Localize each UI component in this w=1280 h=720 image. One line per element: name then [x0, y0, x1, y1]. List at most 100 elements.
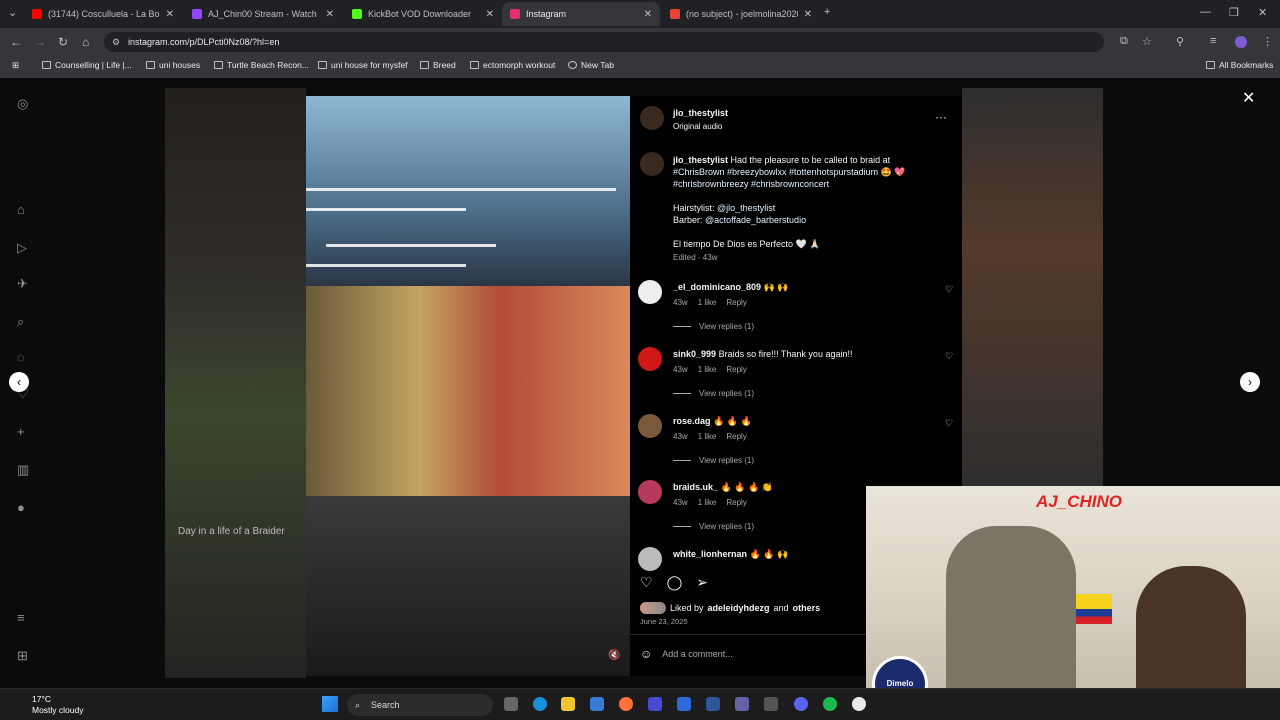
all-bookmarks-folder[interactable]: All Bookmarks	[1206, 60, 1273, 70]
app-icon[interactable]	[764, 697, 778, 711]
hairstylist-mention[interactable]: @jlo_thestylist	[717, 203, 775, 213]
profile-avatar[interactable]	[1235, 36, 1247, 48]
close-tab-icon[interactable]: ✕	[486, 9, 494, 20]
apps-icon[interactable]: ⊞	[12, 60, 19, 71]
comment-icon[interactable]: ◯	[667, 574, 683, 591]
author-username[interactable]: jlo_thestylist	[673, 108, 728, 118]
liked-by-user[interactable]: adeleidyhdezg	[708, 603, 770, 613]
tab-youtube[interactable]: (31744) Cosculluela - La Boda ( ✕	[24, 2, 182, 26]
tab-instagram[interactable]: Instagram ✕	[502, 2, 660, 26]
url-field[interactable]: ⚙ instagram.com/p/DLPcti0Nz08/?hl=en	[104, 32, 1104, 52]
edge-icon[interactable]	[533, 697, 547, 711]
also-from-meta-icon[interactable]: ⊞	[17, 648, 28, 664]
comment-username[interactable]: sink0_999	[673, 349, 716, 359]
comment-likes[interactable]: 1 like	[698, 432, 717, 441]
close-tab-icon[interactable]: ✕	[166, 9, 174, 20]
reply-button[interactable]: Reply	[726, 365, 746, 374]
store-icon[interactable]	[590, 697, 604, 711]
install-app-icon[interactable]: ⧉	[1120, 35, 1128, 48]
like-comment-icon[interactable]: ♡	[945, 284, 953, 295]
close-tab-icon[interactable]: ✕	[326, 9, 334, 20]
comment-likes[interactable]: 1 like	[698, 498, 717, 507]
view-replies-button[interactable]: View replies (1)	[699, 522, 754, 531]
tab-gmail[interactable]: (no subject) - joelmolina202000 ✕	[662, 2, 820, 26]
minimize-icon[interactable]: —	[1200, 6, 1211, 18]
tab-search-icon[interactable]: ⌄	[8, 6, 17, 19]
reload-icon[interactable]: ↻	[58, 35, 68, 49]
comment-username[interactable]: rose.dag	[673, 416, 711, 426]
commenter-avatar[interactable]	[638, 414, 662, 438]
bookmark-item[interactable]: Turtle Beach Recon...	[214, 60, 309, 70]
next-post-arrow-icon[interactable]: ›	[1240, 372, 1260, 392]
view-replies-button[interactable]: View replies (1)	[699, 389, 754, 398]
tab-twitch[interactable]: AJ_Chin00 Stream - Watch Live ✕	[184, 2, 342, 26]
comment-username[interactable]: white_lionhernan	[673, 549, 747, 559]
teams-icon[interactable]	[735, 697, 749, 711]
home-icon[interactable]: ⌂	[17, 202, 25, 217]
mute-icon[interactable]: 🔇	[608, 650, 620, 661]
dashboard-icon[interactable]: ▥	[17, 462, 29, 478]
commenter-avatar[interactable]	[638, 347, 662, 371]
author-avatar[interactable]	[640, 106, 664, 130]
emoji-icon[interactable]: ☺	[640, 647, 652, 661]
windows-start-icon[interactable]	[322, 696, 338, 712]
bookmark-star-icon[interactable]: ☆	[1142, 35, 1152, 48]
chrome-icon[interactable]	[852, 697, 866, 711]
new-tab-icon[interactable]: +	[824, 6, 830, 18]
spotify-icon[interactable]	[823, 697, 837, 711]
bookmark-item[interactable]: New Tab	[568, 60, 614, 70]
word-icon[interactable]	[706, 697, 720, 711]
bookmark-item[interactable]: ectomorph workout	[470, 60, 555, 70]
comment-likes[interactable]: 1 like	[698, 298, 717, 307]
hashtag-links[interactable]: #chrisbrownbreezy #chrisbrownconcert	[673, 179, 829, 189]
commenter-avatar[interactable]	[638, 480, 662, 504]
commenter-avatar[interactable]	[638, 547, 662, 571]
home-icon[interactable]: ⌂	[82, 35, 89, 49]
bookmark-folder[interactable]: uni house for mysfef	[318, 60, 408, 70]
commenter-avatar[interactable]	[638, 280, 662, 304]
discord-icon[interactable]	[794, 697, 808, 711]
audio-label[interactable]: Original audio	[673, 122, 722, 131]
share-icon[interactable]: ➢	[696, 574, 708, 591]
liked-by-others[interactable]: others	[793, 603, 821, 613]
comment-username[interactable]: _el_dominicano_809	[673, 282, 761, 292]
view-replies-button[interactable]: View replies (1)	[699, 456, 754, 465]
add-comment-input[interactable]: Add a comment...	[662, 649, 733, 659]
maximize-icon[interactable]: ❐	[1229, 6, 1239, 19]
menu-icon[interactable]: ⋮	[1262, 35, 1273, 48]
weather-widget[interactable]: 17°C Mostly cloudy	[14, 694, 84, 716]
profile-icon[interactable]: ●	[17, 500, 25, 515]
hashtag-links[interactable]: #ChrisBrown #breezybowlxx #tottenhotspur…	[673, 167, 878, 177]
extensions-icon[interactable]: ⚲	[1176, 35, 1184, 48]
comment-likes[interactable]: 1 like	[698, 365, 717, 374]
instagram-logo-icon[interactable]: ◎	[17, 96, 28, 112]
create-icon[interactable]: +	[17, 424, 25, 439]
bookmark-item[interactable]: Counselling | Life |...	[42, 60, 132, 70]
previous-post-arrow-icon[interactable]: ‹	[9, 372, 29, 392]
messages-icon[interactable]: ✈	[17, 276, 28, 292]
more-options-icon[interactable]: ···	[935, 110, 947, 124]
close-tab-icon[interactable]: ✕	[644, 9, 652, 20]
firefox-icon[interactable]	[619, 697, 633, 711]
reply-button[interactable]: Reply	[726, 432, 746, 441]
caption-avatar[interactable]	[640, 152, 664, 176]
site-info-icon[interactable]: ⚙	[112, 32, 120, 52]
like-comment-icon[interactable]: ♡	[945, 418, 953, 429]
media-controls-icon[interactable]: ≡	[1210, 35, 1216, 47]
back-icon[interactable]: ←	[10, 35, 22, 49]
taskbar-search[interactable]: ⌕ Search	[347, 694, 493, 716]
reels-icon[interactable]: ▷	[17, 240, 27, 256]
file-explorer-icon[interactable]	[561, 697, 575, 711]
more-menu-icon[interactable]: ≡	[17, 610, 25, 625]
like-comment-icon[interactable]: ♡	[945, 351, 953, 362]
close-tab-icon[interactable]: ✕	[804, 9, 812, 20]
explore-icon[interactable]: ◌	[17, 350, 25, 365]
close-modal-icon[interactable]: ✕	[1242, 88, 1255, 108]
barber-mention[interactable]: @actoffade_barberstudio	[705, 215, 806, 225]
view-replies-button[interactable]: View replies (1)	[699, 322, 754, 331]
app-icon[interactable]	[677, 697, 691, 711]
comment-username[interactable]: braids.uk_	[673, 482, 718, 492]
bookmark-folder[interactable]: Breed	[420, 60, 456, 70]
post-media[interactable]: 🔇	[306, 96, 630, 676]
forward-icon[interactable]: →	[34, 35, 46, 49]
